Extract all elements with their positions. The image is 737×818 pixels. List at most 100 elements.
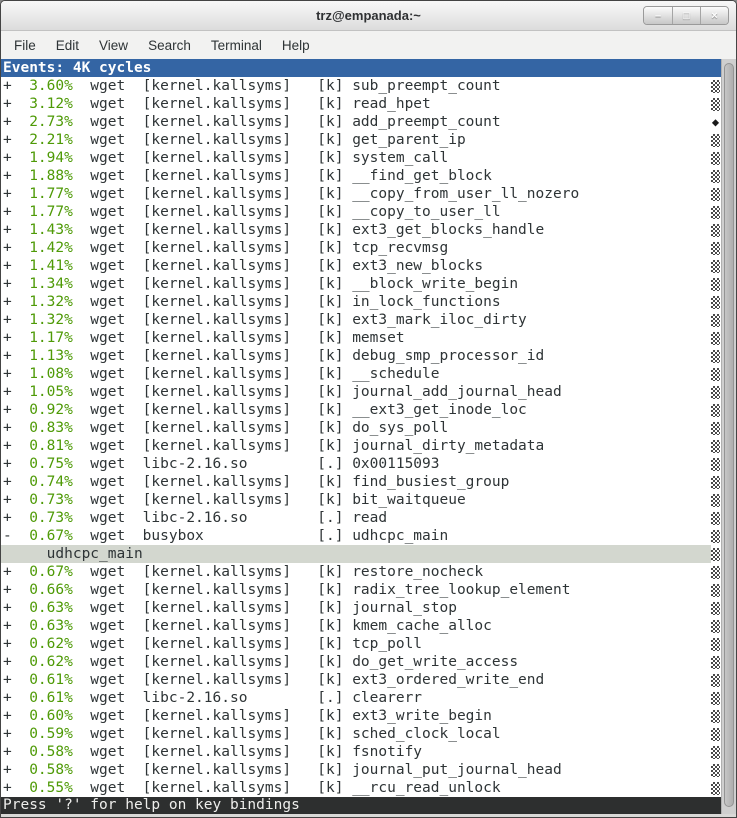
overhead-percent: 0.92% xyxy=(12,402,73,418)
row-text: - 0.67% wget busybox [.] udhcpc_main xyxy=(1,527,711,545)
overhead-percent: 1.94% xyxy=(12,150,73,166)
overhead-percent: 1.32% xyxy=(12,294,73,310)
table-row[interactable]: + 0.59% wget [kernel.kallsyms] [k] sched… xyxy=(1,725,721,743)
scrollbar[interactable] xyxy=(721,59,736,814)
menu-view[interactable]: View xyxy=(89,31,138,59)
scroll-checker-icon xyxy=(711,347,720,365)
scroll-checker-icon xyxy=(711,365,720,383)
scroll-checker-icon xyxy=(711,455,720,473)
scroll-checker-icon xyxy=(711,491,720,509)
terminal-window: trz@empanada:~ – □ × FileEditViewSearchT… xyxy=(0,0,737,818)
scroll-checker-icon xyxy=(711,545,720,563)
table-row[interactable]: + 0.74% wget [kernel.kallsyms] [k] find_… xyxy=(1,473,721,491)
table-row[interactable]: + 0.55% wget [kernel.kallsyms] [k] __rcu… xyxy=(1,779,721,797)
scroll-checker-icon xyxy=(711,257,720,275)
overhead-percent: 0.75% xyxy=(12,456,73,472)
row-text: + 1.77% wget [kernel.kallsyms] [k] __cop… xyxy=(1,185,711,203)
table-row[interactable]: + 1.34% wget [kernel.kallsyms] [k] __blo… xyxy=(1,275,721,293)
table-row[interactable]: + 1.43% wget [kernel.kallsyms] [k] ext3_… xyxy=(1,221,721,239)
table-row[interactable]: + 2.21% wget [kernel.kallsyms] [k] get_p… xyxy=(1,131,721,149)
table-row[interactable]: + 1.13% wget [kernel.kallsyms] [k] debug… xyxy=(1,347,721,365)
table-row[interactable]: + 0.63% wget [kernel.kallsyms] [k] journ… xyxy=(1,599,721,617)
scroll-checker-icon xyxy=(711,185,720,203)
row-text: + 0.58% wget [kernel.kallsyms] [k] journ… xyxy=(1,761,711,779)
table-row[interactable]: + 0.58% wget [kernel.kallsyms] [k] fsnot… xyxy=(1,743,721,761)
overhead-percent: 0.61% xyxy=(12,690,73,706)
table-row[interactable]: + 1.42% wget [kernel.kallsyms] [k] tcp_r… xyxy=(1,239,721,257)
table-row[interactable]: + 1.77% wget [kernel.kallsyms] [k] __cop… xyxy=(1,185,721,203)
title-bar[interactable]: trz@empanada:~ – □ × xyxy=(1,1,736,31)
close-button[interactable]: × xyxy=(700,7,728,24)
table-row[interactable]: + 2.73% wget [kernel.kallsyms] [k] add_p… xyxy=(1,113,721,131)
scroll-checker-icon xyxy=(711,221,720,239)
table-row[interactable]: + 0.73% wget libc-2.16.so [.] read xyxy=(1,509,721,527)
scroll-checker-icon xyxy=(711,401,720,419)
table-row[interactable]: + 0.62% wget [kernel.kallsyms] [k] do_ge… xyxy=(1,653,721,671)
minimize-button[interactable]: – xyxy=(644,7,672,24)
overhead-percent: 1.17% xyxy=(12,330,73,346)
table-row[interactable]: + 0.67% wget [kernel.kallsyms] [k] resto… xyxy=(1,563,721,581)
menu-file[interactable]: File xyxy=(4,31,46,59)
table-row[interactable]: + 0.61% wget libc-2.16.so [.] clearerr xyxy=(1,689,721,707)
scroll-checker-icon xyxy=(711,743,720,761)
scroll-checker-icon xyxy=(711,725,720,743)
overhead-percent: 1.77% xyxy=(12,204,73,220)
table-row[interactable]: + 0.75% wget libc-2.16.so [.] 0x00115093 xyxy=(1,455,721,473)
table-row[interactable]: + 0.63% wget [kernel.kallsyms] [k] kmem_… xyxy=(1,617,721,635)
scroll-checker-icon xyxy=(711,671,720,689)
table-row[interactable]: + 1.17% wget [kernel.kallsyms] [k] memse… xyxy=(1,329,721,347)
table-row[interactable]: + 0.61% wget [kernel.kallsyms] [k] ext3_… xyxy=(1,671,721,689)
row-text: + 0.66% wget [kernel.kallsyms] [k] radix… xyxy=(1,581,711,599)
table-row[interactable]: + 3.60% wget [kernel.kallsyms] [k] sub_p… xyxy=(1,77,721,95)
table-row[interactable]: + 1.88% wget [kernel.kallsyms] [k] __fin… xyxy=(1,167,721,185)
scroll-checker-icon xyxy=(711,509,720,527)
scroll-checker-icon xyxy=(711,167,720,185)
scroll-checker-icon xyxy=(711,77,720,95)
overhead-percent: 1.08% xyxy=(12,366,73,382)
table-row[interactable]: + 0.60% wget [kernel.kallsyms] [k] ext3_… xyxy=(1,707,721,725)
terminal-screen[interactable]: Events: 4K cycles + 3.60% wget [kernel.k… xyxy=(1,59,721,814)
menu-help[interactable]: Help xyxy=(272,31,320,59)
table-row[interactable]: + 0.62% wget [kernel.kallsyms] [k] tcp_p… xyxy=(1,635,721,653)
menu-search[interactable]: Search xyxy=(138,31,201,59)
scroll-checker-icon xyxy=(711,239,720,257)
table-row[interactable]: + 0.81% wget [kernel.kallsyms] [k] journ… xyxy=(1,437,721,455)
menu-terminal[interactable]: Terminal xyxy=(201,31,272,59)
window-frame-bottom xyxy=(1,814,736,817)
row-text: + 0.62% wget [kernel.kallsyms] [k] tcp_p… xyxy=(1,635,711,653)
scroll-position-diamond-icon: ◆ xyxy=(711,113,720,131)
table-row[interactable]: + 1.77% wget [kernel.kallsyms] [k] __cop… xyxy=(1,203,721,221)
scroll-checker-icon xyxy=(711,383,720,401)
overhead-percent: 0.63% xyxy=(12,618,73,634)
perf-events-header: Events: 4K cycles xyxy=(1,59,721,77)
scroll-checker-icon xyxy=(711,437,720,455)
scroll-checker-icon xyxy=(711,149,720,167)
table-row[interactable]: + 0.83% wget [kernel.kallsyms] [k] do_sy… xyxy=(1,419,721,437)
overhead-percent: 0.66% xyxy=(12,582,73,598)
table-row[interactable]: - 0.67% wget busybox [.] udhcpc_main xyxy=(1,527,721,545)
row-text: + 0.60% wget [kernel.kallsyms] [k] ext3_… xyxy=(1,707,711,725)
scroll-checker-icon xyxy=(711,311,720,329)
row-text: + 1.34% wget [kernel.kallsyms] [k] __blo… xyxy=(1,275,711,293)
table-row[interactable]: + 0.58% wget [kernel.kallsyms] [k] journ… xyxy=(1,761,721,779)
table-row[interactable]: + 3.12% wget [kernel.kallsyms] [k] read_… xyxy=(1,95,721,113)
table-row[interactable]: + 1.41% wget [kernel.kallsyms] [k] ext3_… xyxy=(1,257,721,275)
row-text: + 2.21% wget [kernel.kallsyms] [k] get_p… xyxy=(1,131,711,149)
table-row[interactable]: + 1.32% wget [kernel.kallsyms] [k] ext3_… xyxy=(1,311,721,329)
table-row[interactable]: + 1.05% wget [kernel.kallsyms] [k] journ… xyxy=(1,383,721,401)
maximize-button[interactable]: □ xyxy=(672,7,700,24)
table-row[interactable]: + 1.08% wget [kernel.kallsyms] [k] __sch… xyxy=(1,365,721,383)
table-row[interactable]: + 0.66% wget [kernel.kallsyms] [k] radix… xyxy=(1,581,721,599)
table-row[interactable]: + 0.92% wget [kernel.kallsyms] [k] __ext… xyxy=(1,401,721,419)
row-text: + 1.41% wget [kernel.kallsyms] [k] ext3_… xyxy=(1,257,711,275)
overhead-percent: 1.43% xyxy=(12,222,73,238)
menu-edit[interactable]: Edit xyxy=(46,31,89,59)
table-row[interactable]: + 1.32% wget [kernel.kallsyms] [k] in_lo… xyxy=(1,293,721,311)
row-text: + 0.61% wget [kernel.kallsyms] [k] ext3_… xyxy=(1,671,711,689)
scroll-checker-icon xyxy=(711,275,720,293)
table-row[interactable]: + 0.73% wget [kernel.kallsyms] [k] bit_w… xyxy=(1,491,721,509)
callchain-row[interactable]: udhcpc_main xyxy=(1,545,721,563)
scroll-checker-icon xyxy=(711,95,720,113)
table-row[interactable]: + 1.94% wget [kernel.kallsyms] [k] syste… xyxy=(1,149,721,167)
scrollbar-thumb[interactable] xyxy=(724,63,734,807)
